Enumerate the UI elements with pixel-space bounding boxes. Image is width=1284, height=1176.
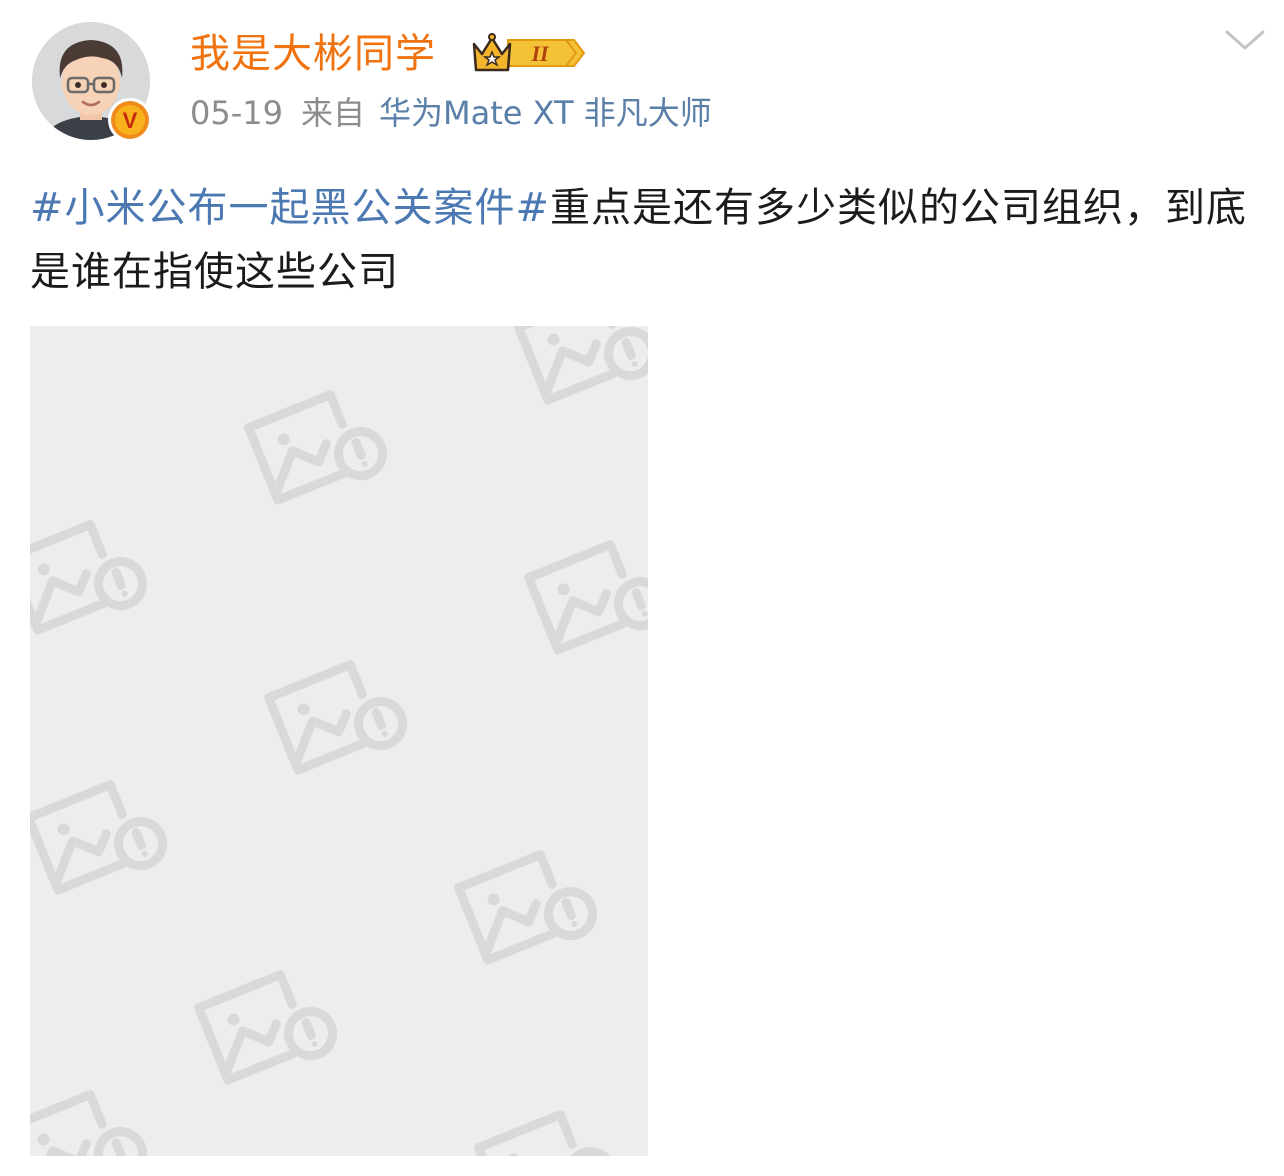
- post-image-placeholder[interactable]: [30, 326, 648, 1156]
- image-broken-icon: [250, 656, 410, 776]
- weibo-post: V 我是大彬同学 II 05-19 来自 华为Mate XT 非凡大师 #小米公布一…: [0, 0, 1284, 1176]
- hashtag-link[interactable]: #小米公布一起黑公关案件#: [30, 185, 550, 231]
- vip-level: II: [530, 41, 550, 66]
- image-broken-icon: [460, 1106, 620, 1156]
- post-meta: 05-19 来自 华为Mate XT 非凡大师: [190, 92, 712, 134]
- verified-badge-icon: V: [106, 96, 154, 144]
- image-broken-icon: [30, 1086, 150, 1156]
- verified-mark: V: [123, 108, 138, 133]
- author-name[interactable]: 我是大彬同学: [190, 28, 436, 80]
- image-broken-icon: [510, 536, 648, 656]
- image-broken-icon: [180, 966, 340, 1086]
- image-broken-icon: [30, 516, 150, 636]
- post-text: #小米公布一起黑公关案件#重点是还有多少类似的公司组织，到底是谁在指使这些公司: [30, 176, 1260, 304]
- image-broken-icon: [500, 326, 648, 406]
- avatar[interactable]: V: [32, 22, 152, 142]
- vip-crown-badge-icon[interactable]: II: [470, 30, 588, 76]
- image-broken-icon: [230, 386, 390, 506]
- post-date: 05-19: [190, 94, 283, 132]
- source-device-link[interactable]: 华为Mate XT 非凡大师: [379, 94, 712, 132]
- image-broken-icon: [440, 846, 600, 966]
- chevron-down-icon[interactable]: [1224, 26, 1266, 56]
- source-prefix: 来自: [300, 94, 365, 132]
- image-broken-icon: [30, 776, 170, 896]
